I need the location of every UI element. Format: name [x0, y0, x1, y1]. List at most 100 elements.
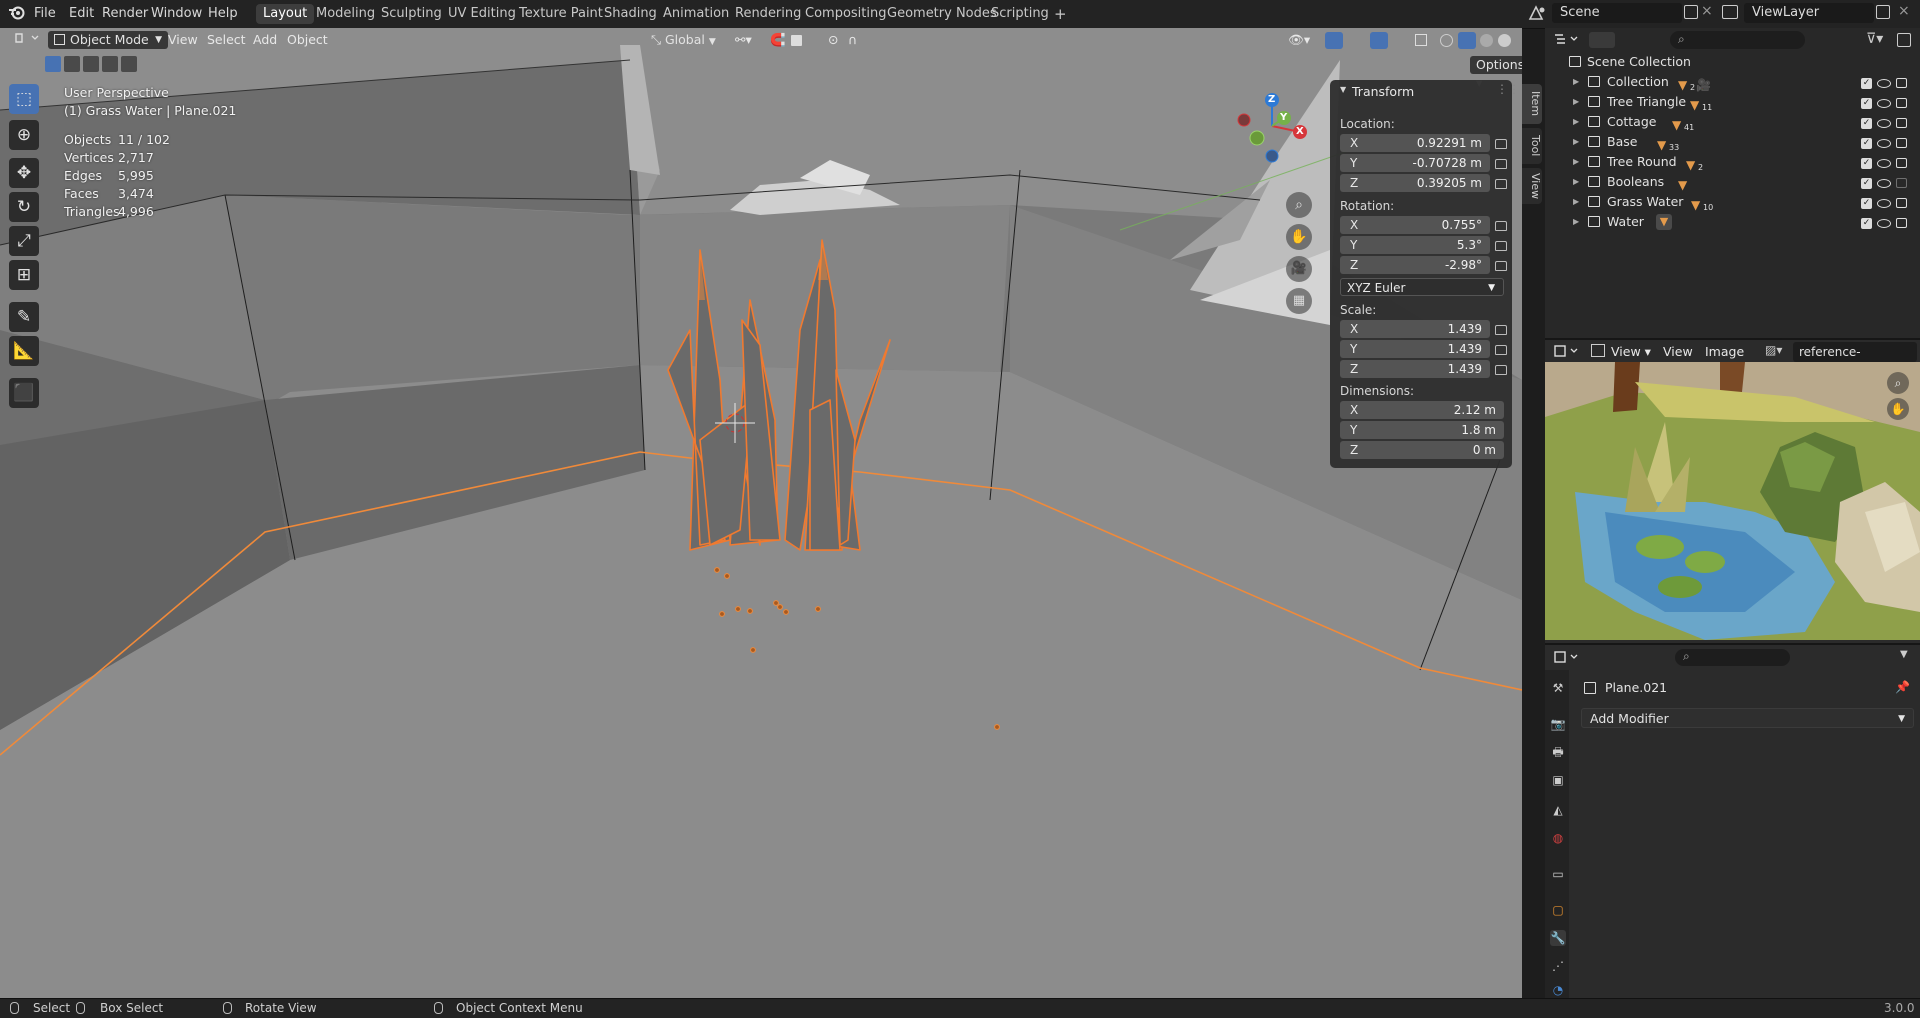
menu-help[interactable]: Help	[208, 6, 238, 21]
menu-view[interactable]: View	[168, 31, 198, 49]
tool-rotate[interactable]: ↻	[9, 192, 39, 222]
exclude-checkbox[interactable]: ✓	[1861, 198, 1872, 209]
editor-type-button[interactable]	[8, 31, 46, 49]
render-camera-icon[interactable]	[1896, 158, 1907, 168]
eye-icon[interactable]	[1877, 99, 1891, 108]
tab-animation[interactable]: Animation	[656, 4, 736, 24]
location-y-field[interactable]: Y -0.70728 m	[1340, 154, 1490, 172]
location-z-field[interactable]: Z 0.39205 m	[1340, 174, 1490, 192]
tool-move[interactable]: ✥	[9, 158, 39, 188]
tool-scale[interactable]: ⤢	[9, 226, 39, 256]
eye-icon[interactable]	[1877, 119, 1891, 128]
gizmo-neg-z-axis[interactable]	[1265, 149, 1279, 163]
output-tab-icon[interactable]: 🖶	[1550, 744, 1566, 760]
tool-tab-icon[interactable]: ⚒	[1550, 680, 1566, 696]
eye-icon[interactable]	[1877, 139, 1891, 148]
filter-icon[interactable]: ⊽▾	[1866, 31, 1883, 47]
expand-arrow-icon[interactable]: ▶	[1573, 152, 1579, 172]
chevron-down-icon[interactable]: ▼	[1340, 85, 1346, 94]
select-subtract-icon[interactable]	[83, 56, 99, 72]
dimensions-y-field[interactable]: Y 1.8 m	[1340, 421, 1504, 439]
outliner-search-input[interactable]: ⌕	[1670, 31, 1805, 49]
render-camera-icon[interactable]	[1896, 218, 1907, 228]
view-layer-tab-icon[interactable]: ▣	[1550, 772, 1566, 788]
location-x-field[interactable]: X 0.92291 m	[1340, 134, 1490, 152]
gizmo-toggle-icon[interactable]	[1325, 32, 1343, 49]
render-camera-icon[interactable]	[1896, 118, 1907, 128]
view-layer-selector[interactable]: ViewLayer	[1744, 3, 1874, 23]
eye-icon[interactable]	[1877, 79, 1891, 88]
render-camera-icon[interactable]	[1896, 178, 1907, 188]
gizmo-neg-y-axis[interactable]	[1249, 130, 1265, 146]
tab-modeling[interactable]: Modeling	[309, 4, 382, 24]
menu-view[interactable]: View	[1663, 343, 1693, 361]
tool-transform[interactable]: ⊞	[9, 260, 39, 290]
solid-shading-icon[interactable]	[1458, 32, 1476, 49]
exclude-checkbox[interactable]: ✓	[1861, 98, 1872, 109]
rotation-x-field[interactable]: X 0.755°	[1340, 216, 1490, 234]
object-tab-icon[interactable]: ▢	[1550, 902, 1566, 918]
lock-icon[interactable]	[1495, 241, 1507, 251]
lock-icon[interactable]	[1495, 365, 1507, 375]
view-layer-icon[interactable]	[1722, 5, 1738, 19]
menu-render[interactable]: Render	[102, 6, 148, 21]
render-camera-icon[interactable]	[1896, 198, 1907, 208]
lock-icon[interactable]	[1495, 325, 1507, 335]
falloff-icon[interactable]: ∩	[848, 31, 857, 49]
lock-icon[interactable]	[1495, 139, 1507, 149]
tab-texture-paint[interactable]: Texture Paint	[512, 4, 610, 24]
rotation-z-field[interactable]: Z -2.98°	[1340, 256, 1490, 274]
tab-tool[interactable]: Tool	[1522, 128, 1542, 164]
world-tab-icon[interactable]: ◍	[1550, 830, 1566, 846]
pivot-icon[interactable]: ⚯▾	[735, 31, 752, 49]
xray-icon[interactable]	[1415, 34, 1427, 46]
eye-icon[interactable]	[1877, 159, 1891, 168]
exclude-checkbox[interactable]: ✓	[1861, 118, 1872, 129]
pin-icon[interactable]: 📌	[1895, 680, 1910, 694]
blender-logo-icon[interactable]	[8, 4, 26, 26]
select-new-icon[interactable]	[45, 56, 61, 72]
lock-icon[interactable]	[1495, 261, 1507, 271]
eye-icon[interactable]	[1877, 199, 1891, 208]
collection-tab-icon[interactable]: ▭	[1550, 866, 1566, 882]
image-name-field[interactable]: reference-image.png	[1793, 342, 1917, 379]
rotation-mode-dropdown[interactable]: XYZ Euler ▼	[1340, 278, 1504, 296]
eye-icon[interactable]	[1877, 179, 1891, 188]
tab-uv-editing[interactable]: UV Editing	[441, 4, 523, 24]
select-extend-icon[interactable]	[64, 56, 80, 72]
tool-measure[interactable]: 📐	[9, 336, 39, 366]
tab-view[interactable]: View	[1522, 168, 1542, 204]
tool-annotate[interactable]: ✎	[9, 302, 39, 332]
exclude-checkbox[interactable]: ✓	[1861, 78, 1872, 89]
rotation-y-field[interactable]: Y 5.3°	[1340, 236, 1490, 254]
image-browse-icon[interactable]: ▨▾	[1765, 343, 1782, 357]
scene-collection-row[interactable]: Scene Collection	[1545, 52, 1920, 72]
tab-shading[interactable]: Shading	[597, 4, 664, 24]
menu-edit[interactable]: Edit	[69, 6, 94, 21]
snap-icon[interactable]: 🧲	[770, 31, 786, 49]
tool-add-cube[interactable]: ⬛	[9, 378, 39, 408]
exclude-checkbox[interactable]: ✓	[1861, 158, 1872, 169]
display-mode-icon[interactable]	[1589, 32, 1615, 48]
render-tab-icon[interactable]: 📷	[1550, 716, 1566, 732]
new-view-layer-icon[interactable]	[1876, 5, 1890, 19]
menu-object[interactable]: Object	[287, 31, 328, 49]
tab-item[interactable]: Item	[1522, 84, 1542, 124]
physics-tab-icon[interactable]: ◔	[1550, 982, 1566, 998]
scale-z-field[interactable]: Z 1.439	[1340, 360, 1490, 378]
expand-arrow-icon[interactable]: ▶	[1573, 192, 1579, 212]
outliner-editor-type-icon[interactable]	[1553, 32, 1581, 49]
render-camera-icon[interactable]	[1896, 138, 1907, 148]
menu-select[interactable]: Select	[207, 31, 246, 49]
panel-grip-icon[interactable]: ⋮⋮	[1496, 82, 1520, 96]
render-camera-icon[interactable]	[1896, 98, 1907, 108]
expand-arrow-icon[interactable]: ▶	[1573, 92, 1579, 112]
scene-icon[interactable]	[1528, 5, 1546, 24]
proportional-edit-icon[interactable]: ⊙	[828, 31, 838, 49]
scene-tab-icon[interactable]: ◭	[1550, 802, 1566, 818]
expand-arrow-icon[interactable]: ▶	[1573, 72, 1579, 92]
delete-view-layer-icon[interactable]: ×	[1898, 3, 1910, 19]
pan-hand-icon[interactable]: ✋	[1286, 224, 1312, 250]
exclude-checkbox[interactable]: ✓	[1861, 218, 1872, 229]
properties-editor-type-icon[interactable]	[1553, 650, 1581, 667]
